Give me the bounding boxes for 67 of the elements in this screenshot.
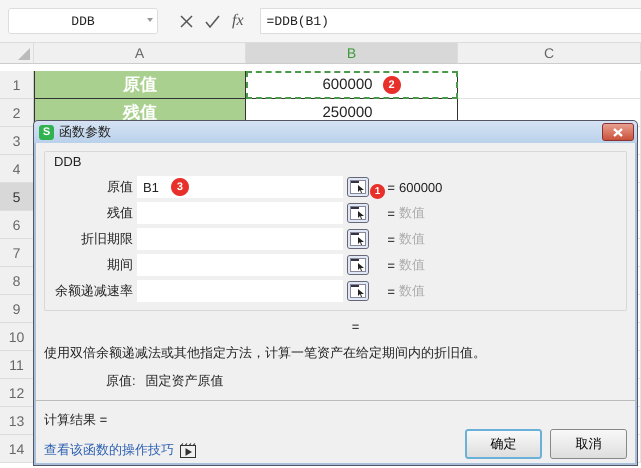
table-cell: 原值	[34, 71, 246, 99]
input-field[interactable]: B1 3	[137, 176, 343, 198]
range-select-button[interactable]	[347, 229, 369, 249]
column-header[interactable]: A	[34, 43, 246, 64]
argument-result: 数值	[399, 256, 426, 274]
argument-result: 数值	[399, 230, 426, 248]
row-header[interactable]: 11	[0, 351, 34, 379]
name-box[interactable]: DDB	[8, 8, 158, 34]
help-link[interactable]: 查看该函数的操作技巧	[44, 441, 174, 459]
formula-field[interactable]: =DDB(B1)	[260, 8, 641, 34]
check-icon[interactable]	[205, 14, 220, 28]
equals-sign: =	[350, 319, 360, 334]
equals-sign: =	[386, 180, 395, 194]
argument-name: 原值:	[106, 372, 136, 390]
app-icon: S	[39, 124, 54, 140]
equals-sign: =	[386, 284, 395, 298]
field-value: B1	[143, 180, 159, 194]
close-button[interactable]	[602, 123, 634, 141]
equals-sign: =	[386, 232, 395, 246]
argument-label: 折旧期限	[80, 230, 133, 248]
equals-sign: =	[386, 258, 395, 272]
range-select-button[interactable]	[347, 203, 369, 223]
row-header[interactable]: 12	[0, 379, 34, 407]
argument-result: 600000	[399, 180, 444, 194]
row-header[interactable]: 1	[0, 71, 34, 99]
column-header[interactable]: C	[458, 43, 641, 64]
range-select-button[interactable]	[347, 177, 369, 197]
equals-sign: =	[386, 206, 395, 220]
row-header[interactable]: 9	[0, 295, 34, 323]
dialog-button[interactable]: 取消	[550, 429, 627, 459]
row-header[interactable]: 4	[0, 155, 34, 183]
row-header[interactable]: 3	[0, 127, 34, 155]
cancel-icon[interactable]	[180, 14, 193, 28]
argument-label: 期间	[106, 256, 133, 274]
step-badge: 3	[170, 178, 189, 196]
fx-button[interactable]: fx	[232, 12, 244, 30]
range-icon	[350, 284, 366, 298]
row-header[interactable]: 7	[0, 239, 34, 267]
step-badge: 2	[382, 76, 401, 94]
result-label: 计算结果 =	[44, 411, 108, 429]
argument-result: 数值	[399, 282, 426, 300]
close-icon	[613, 128, 623, 136]
cell-value: 250000	[322, 104, 373, 121]
row-header[interactable]: 13	[0, 407, 34, 435]
function-description: 使用双倍余额递减法或其他指定方法，计算一笔资产在给定期间内的折旧值。	[44, 344, 487, 362]
range-icon	[350, 232, 366, 246]
range-icon	[350, 180, 366, 194]
cell-value: 600000	[322, 76, 373, 93]
argument-label: 原值	[106, 178, 133, 196]
step-badge: 1	[370, 184, 385, 199]
range-select-button[interactable]	[347, 255, 369, 275]
row-header[interactable]: 5	[0, 183, 34, 211]
argument-label: 残值	[106, 204, 133, 222]
caret-icon	[147, 18, 153, 22]
argument-help: 固定资产原值	[146, 372, 224, 390]
range-icon	[350, 258, 366, 272]
row-header[interactable]: 2	[0, 99, 34, 127]
argument-label: 余额递减速率	[54, 282, 133, 300]
dialog-button[interactable]: 确定	[465, 429, 542, 459]
argument-result: 数值	[399, 204, 426, 222]
range-icon	[350, 206, 366, 220]
range-select-button[interactable]	[347, 281, 369, 301]
row-header[interactable]: 10	[0, 323, 34, 351]
row-header[interactable]: 6	[0, 211, 34, 239]
row-header[interactable]: 14	[0, 435, 34, 463]
row-header[interactable]: 8	[0, 267, 34, 295]
video-icon[interactable]	[180, 442, 196, 458]
